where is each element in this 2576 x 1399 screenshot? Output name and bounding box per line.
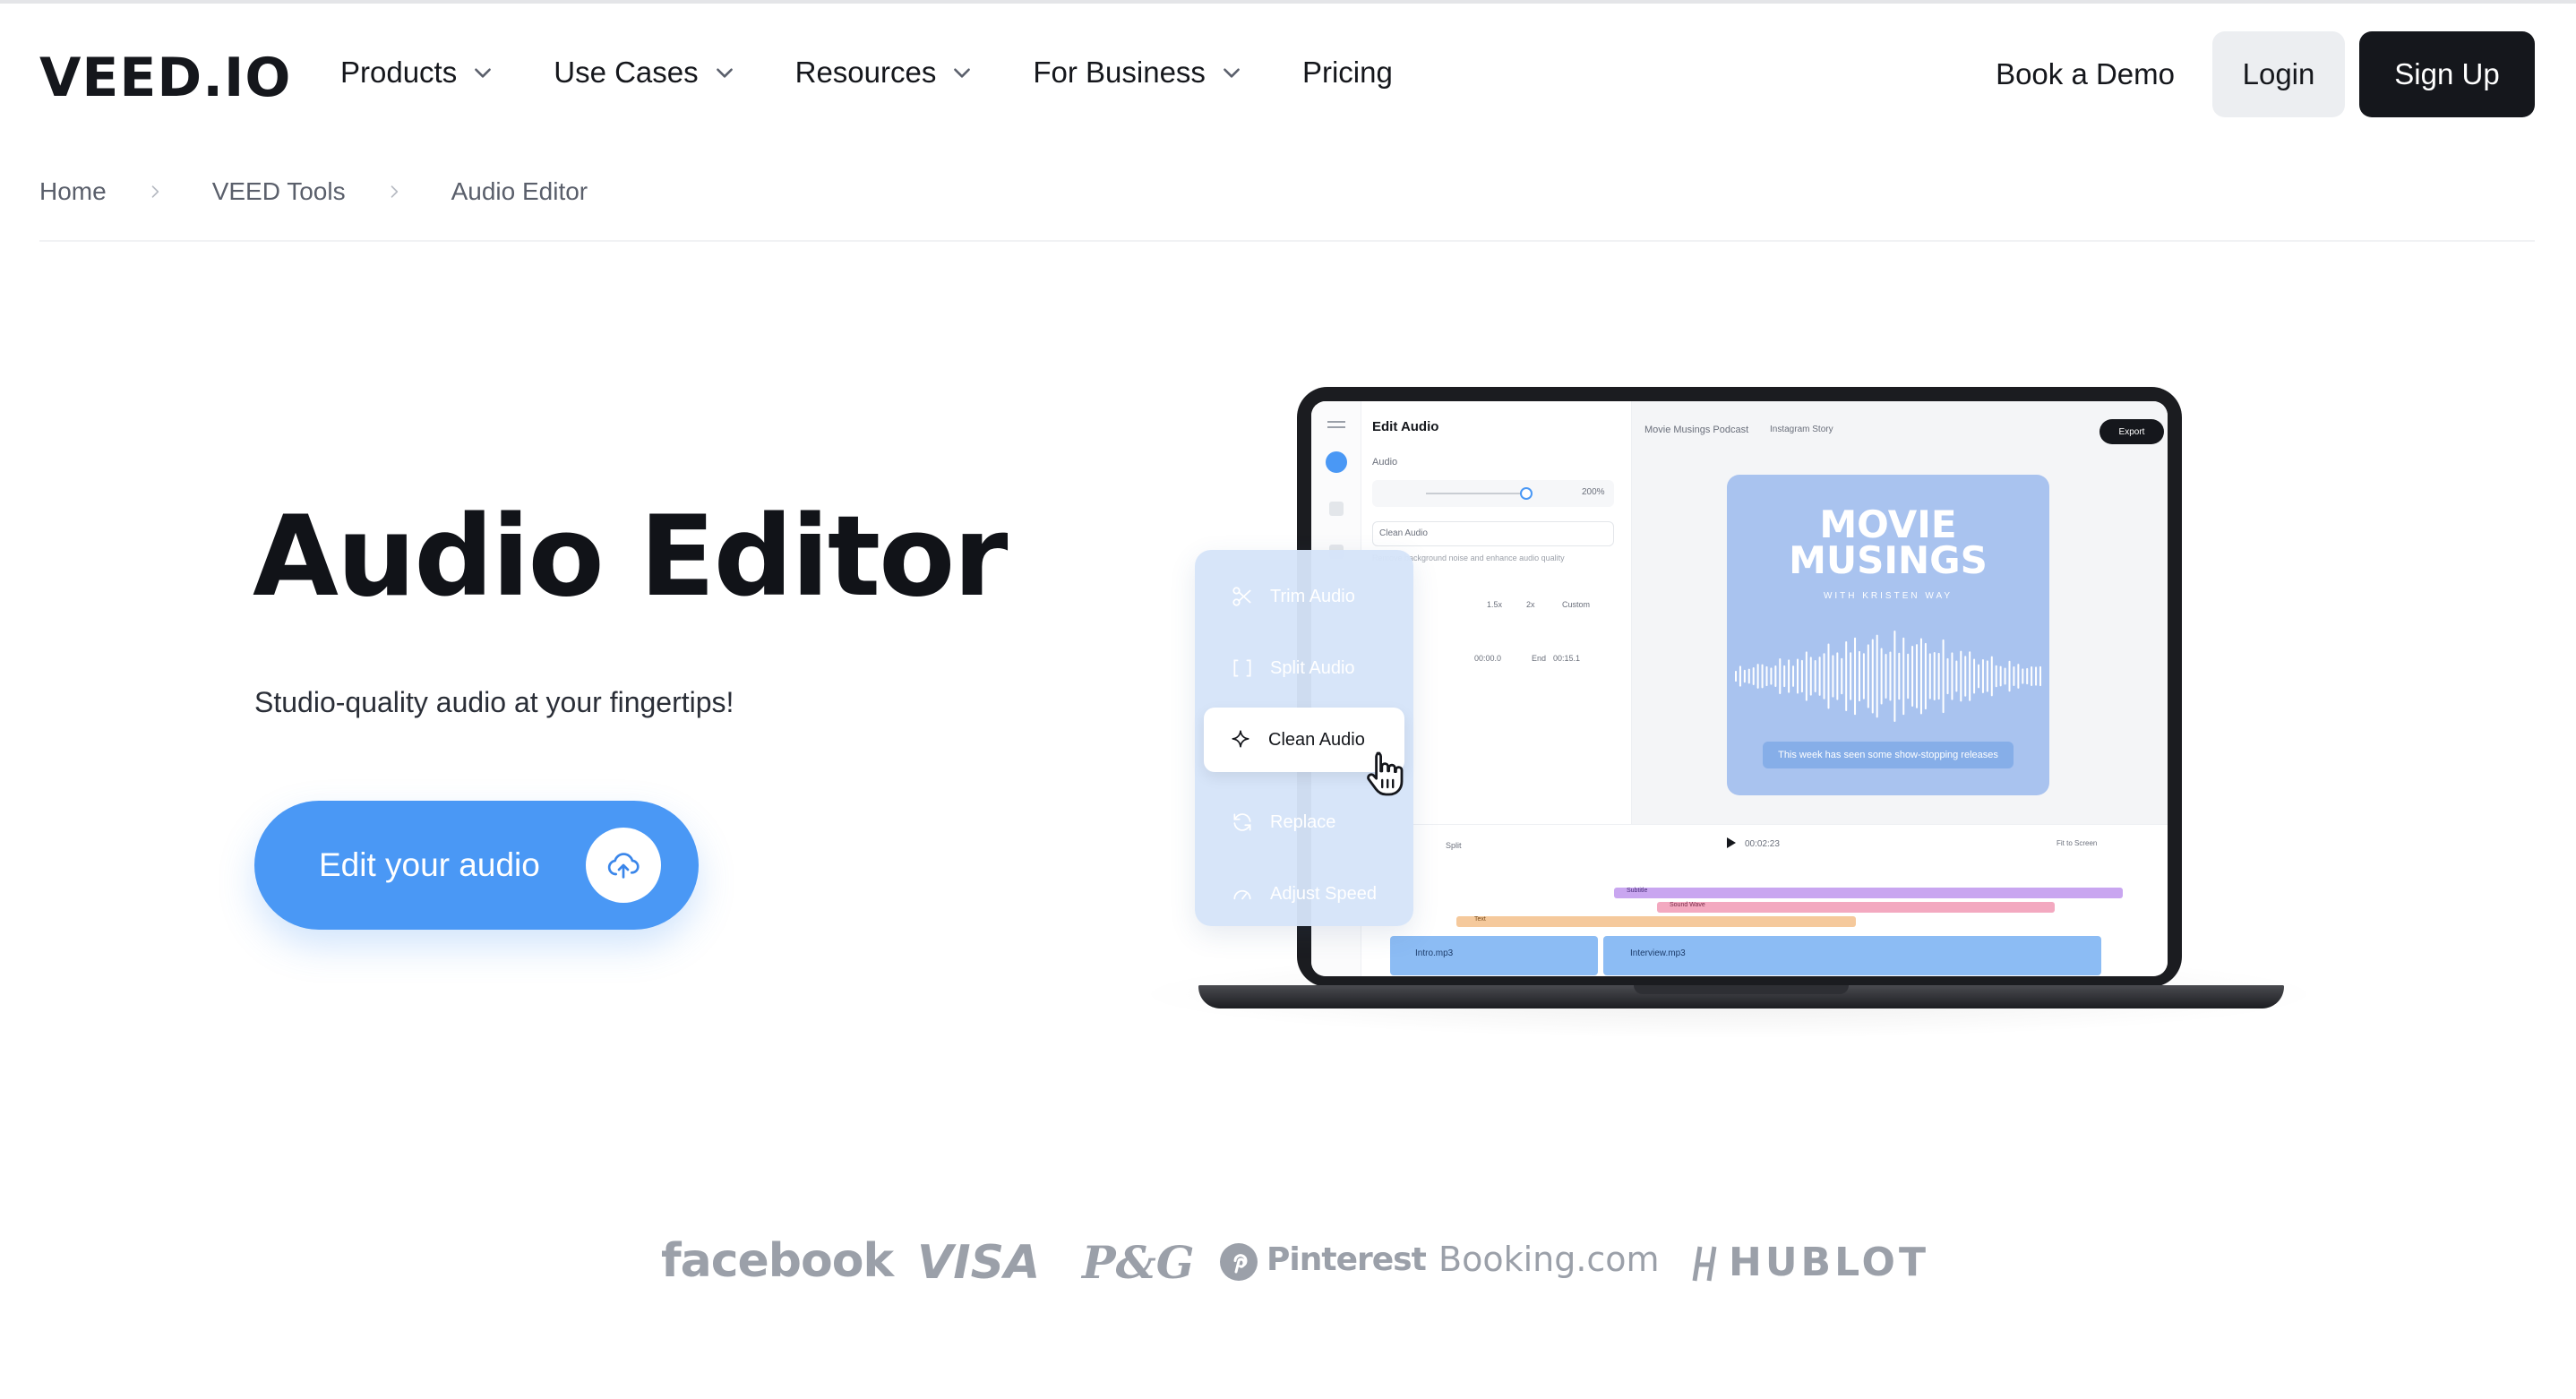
export-button: Export — [2099, 419, 2164, 444]
nav-use-cases-label: Use Cases — [554, 56, 699, 89]
tool-adjust-speed[interactable]: Adjust Speed — [1195, 869, 1413, 919]
nav-actions: Book a Demo Login Sign Up — [1996, 31, 2535, 117]
track-subtitle-label: Subtitle — [1627, 888, 1648, 894]
split-label: Split — [1446, 841, 1462, 850]
chevron-down-icon — [950, 61, 974, 84]
nav-products-label: Products — [340, 56, 458, 89]
laptop-screen: Edit Audio Audio 200% Clean Audio Remove… — [1311, 401, 2168, 976]
tool-split-audio-label: Split Audio — [1270, 657, 1355, 678]
panel-section-label: Audio — [1372, 457, 1398, 468]
end-time-label: End — [1532, 654, 1547, 663]
clean-audio-field-label: Clean Audio — [1379, 528, 1428, 538]
play-icon — [1727, 837, 1736, 848]
chevron-down-icon — [713, 61, 736, 84]
pinterest-icon — [1220, 1243, 1258, 1281]
nav-for-business[interactable]: For Business — [1033, 56, 1243, 90]
hublot-h-icon — [1692, 1246, 1717, 1282]
hand-pointer-icon — [1367, 751, 1404, 796]
format-label: Instagram Story — [1770, 425, 1833, 434]
pg-logo: P&G — [1082, 1236, 1195, 1289]
nav-resources[interactable]: Resources — [795, 56, 975, 90]
project-name: Movie Musings Podcast — [1644, 425, 1749, 435]
login-button[interactable]: Login — [2212, 31, 2345, 117]
hero-subtitle: Studio-quality audio at your fingertips! — [254, 686, 734, 718]
tool-replace-label: Replace — [1270, 811, 1336, 832]
breadcrumb-home[interactable]: Home — [39, 177, 107, 206]
tool-trim-audio-label: Trim Audio — [1270, 586, 1355, 606]
chevron-down-icon — [1220, 61, 1243, 84]
end-time: 00:15.1 — [1553, 654, 1581, 663]
chevron-right-icon — [146, 183, 164, 201]
facebook-logo: facebook — [661, 1234, 894, 1288]
panel-title: Edit Audio — [1372, 419, 1439, 434]
track-text — [1456, 916, 1856, 927]
chevron-right-icon — [385, 183, 403, 201]
podcast-preview-card: MOVIE MUSINGS WITH KRISTEN WAY This week … — [1727, 475, 2049, 795]
track-text-label: Text — [1474, 916, 1486, 923]
speed-option-1: 1.5x — [1487, 600, 1503, 609]
nav-pricing-label: Pricing — [1301, 56, 1393, 89]
booking-logo: Booking.com — [1438, 1240, 1660, 1279]
track-sound-wave — [1657, 902, 2055, 913]
main-nav: Products Use Cases Resources For Busines… — [340, 56, 1452, 90]
preview-caption: This week has seen some show-stopping re… — [1763, 742, 2014, 768]
client-logos: facebook VISA P&G Pinterest Booking.com … — [661, 1234, 1926, 1290]
visa-logo: VISA — [917, 1236, 1041, 1290]
upload-cloud-icon — [586, 828, 661, 903]
timecode: 00:02:23 — [1745, 839, 1780, 849]
preview-title-line2: MUSINGS — [1789, 538, 1988, 582]
nav-use-cases[interactable]: Use Cases — [554, 56, 735, 90]
waveform-graphic — [1735, 631, 2041, 722]
breadcrumb-veed-tools[interactable]: VEED Tools — [212, 177, 346, 206]
nav-for-business-label: For Business — [1033, 56, 1206, 89]
split-brackets-icon — [1231, 657, 1254, 680]
volume-slider — [1372, 480, 1614, 507]
tool-trim-audio[interactable]: Trim Audio — [1195, 571, 1413, 622]
edit-audio-button[interactable]: Edit your audio — [254, 801, 699, 930]
breadcrumb-divider — [39, 240, 2535, 242]
speed-option-2: 2x — [1526, 600, 1535, 609]
laptop-notch — [1634, 985, 1849, 994]
site-header: VEED.IO Products Use Cases Resources For… — [0, 0, 2576, 150]
nav-products[interactable]: Products — [340, 56, 494, 90]
hublot-logo: HUBLOT — [1729, 1240, 1929, 1285]
clip-interview-label: Interview.mp3 — [1630, 948, 1686, 958]
track-sound-label: Sound Wave — [1670, 902, 1705, 908]
volume-value: 200% — [1582, 487, 1605, 497]
chevron-down-icon — [471, 61, 494, 84]
breadcrumb-current: Audio Editor — [451, 177, 588, 205]
tool-replace[interactable]: Replace — [1195, 797, 1413, 847]
nav-pricing[interactable]: Pricing — [1302, 56, 1393, 90]
preview-byline: WITH KRISTEN WAY — [1823, 591, 1953, 601]
nav-resources-label: Resources — [794, 56, 937, 89]
track-subtitle — [1614, 888, 2123, 898]
sparkle-icon — [1229, 728, 1252, 751]
veed-logo[interactable]: VEED.IO — [39, 47, 291, 109]
audio-tools-menu: Trim Audio Split Audio Clean Audio Repla… — [1195, 550, 1413, 926]
book-demo-link[interactable]: Book a Demo — [1996, 57, 2175, 91]
fit-to-screen: Fit to Screen — [2057, 839, 2098, 847]
tool-clean-audio-label: Clean Audio — [1268, 729, 1365, 750]
speed-option-3: Custom — [1562, 600, 1591, 609]
edit-audio-button-label: Edit your audio — [319, 846, 540, 883]
tool-adjust-speed-label: Adjust Speed — [1270, 883, 1377, 904]
scissors-icon — [1231, 585, 1254, 608]
page-title: Audio Editor — [253, 493, 1008, 622]
tool-split-audio[interactable]: Split Audio — [1195, 643, 1413, 693]
start-time: 00:00.0 — [1474, 654, 1502, 663]
speedometer-icon — [1231, 882, 1254, 905]
breadcrumb: Home VEED Tools Audio Editor — [39, 177, 588, 206]
preview-title: MOVIE MUSINGS — [1727, 506, 2049, 582]
signup-button[interactable]: Sign Up — [2359, 31, 2535, 117]
clip-intro-label: Intro.mp3 — [1415, 948, 1454, 958]
refresh-icon — [1231, 811, 1254, 834]
pinterest-logo: Pinterest — [1267, 1241, 1427, 1278]
timeline: Split 00:02:23 Fit to Screen Subtitle So… — [1361, 824, 2168, 976]
